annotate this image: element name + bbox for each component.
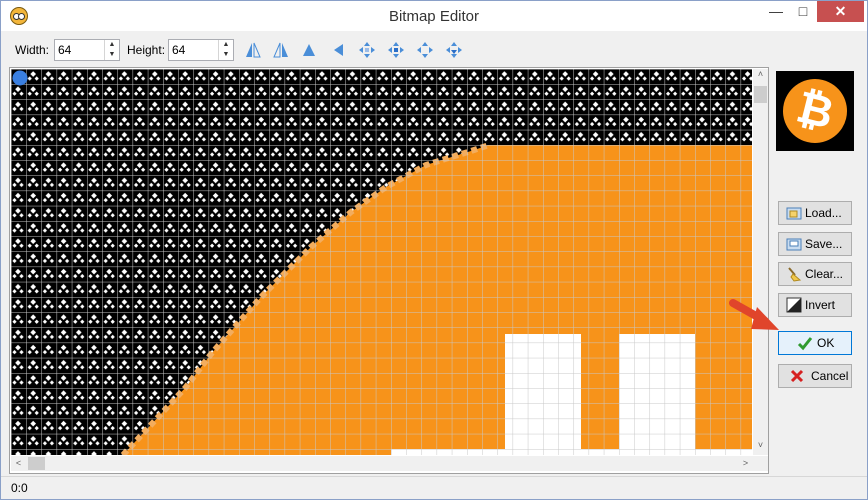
scroll-up-icon[interactable]: ˄ — [753, 69, 768, 84]
pixel-grid[interactable] — [11, 69, 752, 455]
move-icon[interactable] — [358, 41, 376, 59]
window-title: Bitmap Editor — [388, 8, 480, 25]
cancel-label: Cancel — [811, 369, 849, 383]
close-button[interactable]: ✕ — [817, 1, 864, 22]
status-bar: 0:0 — [1, 476, 867, 499]
toolbar: Width: ▲▼ Height: ▲▼ — [1, 33, 867, 65]
save-icon — [786, 238, 802, 251]
invert-label: Invert — [805, 298, 836, 312]
width-spinner-arrows[interactable]: ▲ ▼ — [104, 40, 119, 60]
shift-left-icon[interactable] — [330, 41, 348, 59]
cancel-x-icon — [790, 369, 804, 383]
bitcoin-logo: ₿ — [776, 72, 854, 150]
load-button[interactable]: Load... — [778, 201, 852, 225]
height-spinner-arrows[interactable]: ▲ ▼ — [218, 40, 233, 60]
scroll-left-icon[interactable]: ˂ — [11, 456, 26, 471]
height-spinner[interactable]: ▲▼ — [168, 39, 234, 61]
checkmark-icon — [797, 337, 813, 351]
horizontal-scrollbar[interactable]: ˂ ˃ — [11, 456, 753, 471]
move-down-icon[interactable] — [445, 41, 463, 59]
ok-label: OK — [817, 336, 835, 350]
width-spinner[interactable]: ▲▼ — [54, 39, 120, 61]
mirror-icon[interactable] — [300, 41, 318, 59]
clear-button[interactable]: Clear... — [778, 262, 852, 286]
width-input[interactable] — [58, 42, 102, 58]
horizontal-scroll-thumb[interactable] — [28, 457, 45, 470]
flip-vertical-icon[interactable] — [272, 41, 290, 59]
flip-horizontal-icon[interactable] — [244, 41, 262, 59]
maximize-button[interactable]: □ — [790, 1, 816, 22]
save-label: Save... — [805, 237, 843, 251]
scroll-down-icon[interactable]: ˅ — [753, 440, 768, 455]
cancel-button[interactable]: Cancel — [778, 364, 852, 388]
load-label: Load... — [805, 206, 842, 220]
load-icon — [786, 207, 802, 220]
cursor-marker — [12, 70, 28, 86]
vertical-scrollbar[interactable]: ˄ ˅ — [753, 69, 768, 455]
invert-icon — [786, 297, 802, 313]
height-label: Height: — [127, 43, 166, 57]
move-right-icon[interactable] — [387, 41, 405, 59]
vertical-scroll-thumb[interactable] — [754, 86, 767, 103]
title-bar: Bitmap Editor — □ ✕ — [1, 1, 867, 31]
invert-button[interactable]: Invert — [778, 293, 852, 317]
height-input[interactable] — [172, 42, 216, 58]
clear-label: Clear... — [805, 267, 844, 281]
save-button[interactable]: Save... — [778, 232, 852, 256]
cursor-coordinates: 0:0 — [11, 481, 28, 495]
scroll-right-icon[interactable]: ˃ — [738, 456, 753, 471]
bitmap-canvas[interactable] — [11, 69, 752, 455]
move-up-icon[interactable] — [416, 41, 434, 59]
ok-button[interactable]: OK — [778, 331, 852, 355]
minimize-button[interactable]: — — [763, 1, 789, 22]
broom-icon — [788, 267, 802, 282]
bitmap-editor-window: Bitmap Editor — □ ✕ Width: ▲▼ Height: ▲▼ — [0, 0, 868, 500]
bitmap-preview: ₿ — [776, 71, 854, 151]
scroll-corner — [753, 456, 768, 471]
width-label: Width: — [15, 43, 50, 57]
red-arrow-icon — [729, 299, 779, 330]
bitmap-canvas-frame: ˄ ˅ ˂ ˃ — [9, 67, 769, 474]
